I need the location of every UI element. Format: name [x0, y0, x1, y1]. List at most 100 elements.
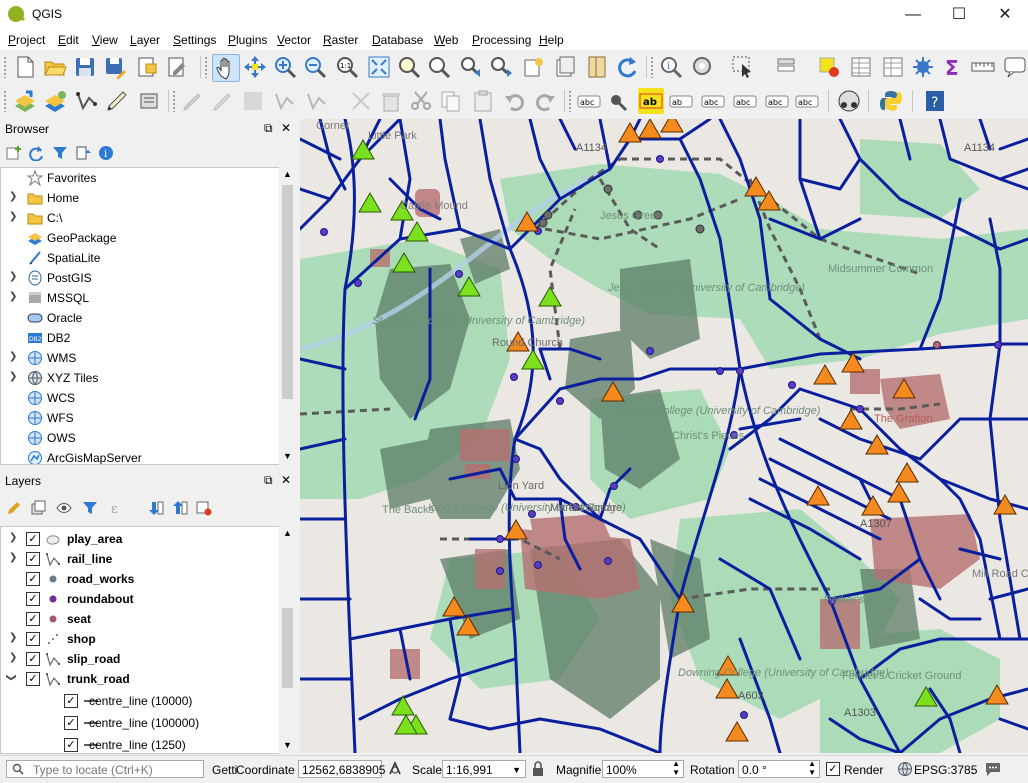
expand-all-icon[interactable] — [148, 500, 164, 516]
chevron-down-icon[interactable]: ❯ — [6, 673, 17, 681]
label-icon[interactable]: abc — [576, 88, 602, 114]
magnifier-spinbox[interactable]: 100% ▲ ▼ — [602, 759, 684, 778]
copy-icon[interactable] — [438, 88, 464, 114]
float-panel-icon[interactable]: ⧉ — [264, 473, 273, 488]
statistics-icon[interactable] — [910, 54, 936, 80]
legend-item[interactable]: ✓ centre_line (1250) — [1, 735, 279, 753]
zoom-to-layer-icon[interactable] — [426, 54, 452, 80]
chevron-right-icon[interactable]: ❯ — [9, 211, 17, 222]
legend-item[interactable]: ✓ centre_line (100000) — [1, 713, 279, 733]
render-checkbox[interactable]: ✓ — [826, 762, 840, 776]
layer-visibility-checkbox[interactable]: ✓ — [64, 694, 78, 708]
open-project-icon[interactable] — [42, 54, 68, 80]
save-as-icon[interactable] — [102, 54, 128, 80]
minimize-button[interactable]: — — [890, 0, 936, 30]
current-edits-icon[interactable] — [180, 88, 206, 114]
refresh-browser-icon[interactable] — [28, 145, 44, 162]
save-edits-icon[interactable] — [240, 88, 266, 114]
measure-icon[interactable] — [970, 54, 996, 80]
chevron-right-icon[interactable]: ❯ — [9, 351, 17, 362]
layer-visibility-checkbox[interactable]: ✓ — [64, 716, 78, 730]
browser-item[interactable]: ❯ C:\ — [1, 208, 279, 228]
menu-view[interactable]: View — [92, 33, 118, 47]
add-feature-icon[interactable] — [272, 88, 298, 114]
collapse-all-icon[interactable] — [76, 145, 92, 161]
label-change-icon[interactable]: abc — [764, 88, 790, 114]
map-canvas[interactable]: Castle Mound Jesus Green St John's Colle… — [300, 119, 1028, 753]
layer-visibility-checkbox[interactable]: ✓ — [26, 612, 40, 626]
zoom-native-icon[interactable]: 1:1 — [334, 54, 360, 80]
gps-icon[interactable] — [136, 88, 162, 114]
layout-manager-icon[interactable] — [164, 54, 190, 80]
menu-vector[interactable]: Vector — [277, 33, 311, 47]
layer-item[interactable]: ✓ road_works — [1, 569, 279, 589]
zoom-to-selection-icon[interactable] — [396, 54, 422, 80]
help-icon[interactable]: ? — [922, 88, 948, 114]
paste-icon[interactable] — [470, 88, 496, 114]
save-project-icon[interactable] — [72, 54, 98, 80]
layer-item[interactable]: ✓ seat — [1, 609, 279, 629]
messages-icon[interactable] — [984, 760, 1002, 778]
chevron-right-icon[interactable]: ❯ — [9, 652, 17, 663]
browser-item[interactable]: Favorites — [1, 168, 279, 188]
label-pin-icon[interactable] — [606, 88, 632, 114]
chevron-right-icon[interactable]: ❯ — [9, 191, 17, 202]
zoom-last-icon[interactable] — [458, 54, 484, 80]
crs-label[interactable]: EPSG:3785 — [914, 763, 977, 777]
legend-item[interactable]: ✓ centre_line (10000) — [1, 691, 279, 711]
pan-icon[interactable] — [212, 54, 240, 82]
attribute-select-icon[interactable] — [774, 54, 800, 80]
browser-scrollbar[interactable]: ▲ ▼ — [279, 167, 296, 465]
attribute-table-icon[interactable] — [848, 54, 874, 80]
coordinate-field[interactable]: 12562,6838905 — [298, 760, 385, 778]
pan-to-selection-icon[interactable] — [242, 54, 268, 80]
extents-toggle-icon[interactable] — [387, 761, 403, 777]
layer-item[interactable]: ❯ ✓ play_area — [1, 529, 279, 549]
new-shapefile-icon[interactable] — [74, 88, 100, 114]
scale-combobox[interactable]: 1:16,991 ▼ — [442, 760, 526, 778]
layer-item[interactable]: ❯ ✓ rail_line — [1, 549, 279, 569]
menu-help[interactable]: Help — [539, 33, 564, 47]
select-icon[interactable] — [730, 54, 756, 80]
zoom-next-icon[interactable] — [488, 54, 514, 80]
data-source-manager-icon[interactable] — [12, 88, 38, 114]
chevron-right-icon[interactable]: ❯ — [9, 291, 17, 302]
chevron-right-icon[interactable]: ❯ — [9, 532, 17, 543]
layer-item[interactable]: ✓ roundabout — [1, 589, 279, 609]
label-rotate-icon[interactable]: abc — [732, 88, 758, 114]
python-console-icon[interactable] — [878, 88, 904, 114]
browser-item[interactable]: DB2 DB2 — [1, 328, 279, 348]
chevron-right-icon[interactable]: ❯ — [9, 371, 17, 382]
menu-edit[interactable]: Edit — [58, 33, 79, 47]
zoom-out-icon[interactable] — [302, 54, 328, 80]
identify-icon[interactable]: i — [658, 54, 684, 80]
maximize-button[interactable]: ☐ — [936, 0, 982, 30]
visibility-icon[interactable] — [56, 500, 72, 516]
chevron-right-icon[interactable]: ❯ — [9, 552, 17, 563]
layers-scrollbar[interactable]: ▲ ▼ — [279, 526, 296, 754]
browser-item[interactable]: OWS — [1, 428, 279, 448]
layer-item[interactable]: ❯ ✓ trunk_road — [1, 669, 279, 689]
browser-item[interactable]: WCS — [1, 388, 279, 408]
field-calculator-icon[interactable] — [880, 54, 906, 80]
sum-icon[interactable]: Σ — [940, 54, 966, 80]
zoom-in-icon[interactable] — [272, 54, 298, 80]
layer-visibility-checkbox[interactable]: ✓ — [26, 532, 40, 546]
quickosm-icon[interactable] — [836, 88, 862, 114]
add-group-icon[interactable] — [30, 500, 46, 516]
toolbar-grip[interactable] — [3, 56, 7, 78]
browser-item[interactable]: ArcGisMapServer — [1, 448, 279, 464]
deselect-icon[interactable] — [816, 54, 842, 80]
remove-layer-icon[interactable] — [196, 500, 212, 516]
properties-icon[interactable]: i — [98, 145, 114, 161]
layer-item[interactable]: ❯ ✓ shop — [1, 629, 279, 649]
new-bookmark-icon[interactable] — [520, 54, 546, 80]
browser-item[interactable]: ❯ WMS — [1, 348, 279, 368]
layer-visibility-checkbox[interactable]: ✓ — [26, 632, 40, 646]
browser-item[interactable]: WFS — [1, 408, 279, 428]
annotation-icon[interactable] — [1002, 54, 1028, 80]
label-show-icon[interactable]: abc — [700, 88, 726, 114]
label-props-icon[interactable]: abc — [794, 88, 820, 114]
browser-item[interactable]: GeoPackage — [1, 228, 279, 248]
new-project-icon[interactable] — [12, 54, 38, 80]
